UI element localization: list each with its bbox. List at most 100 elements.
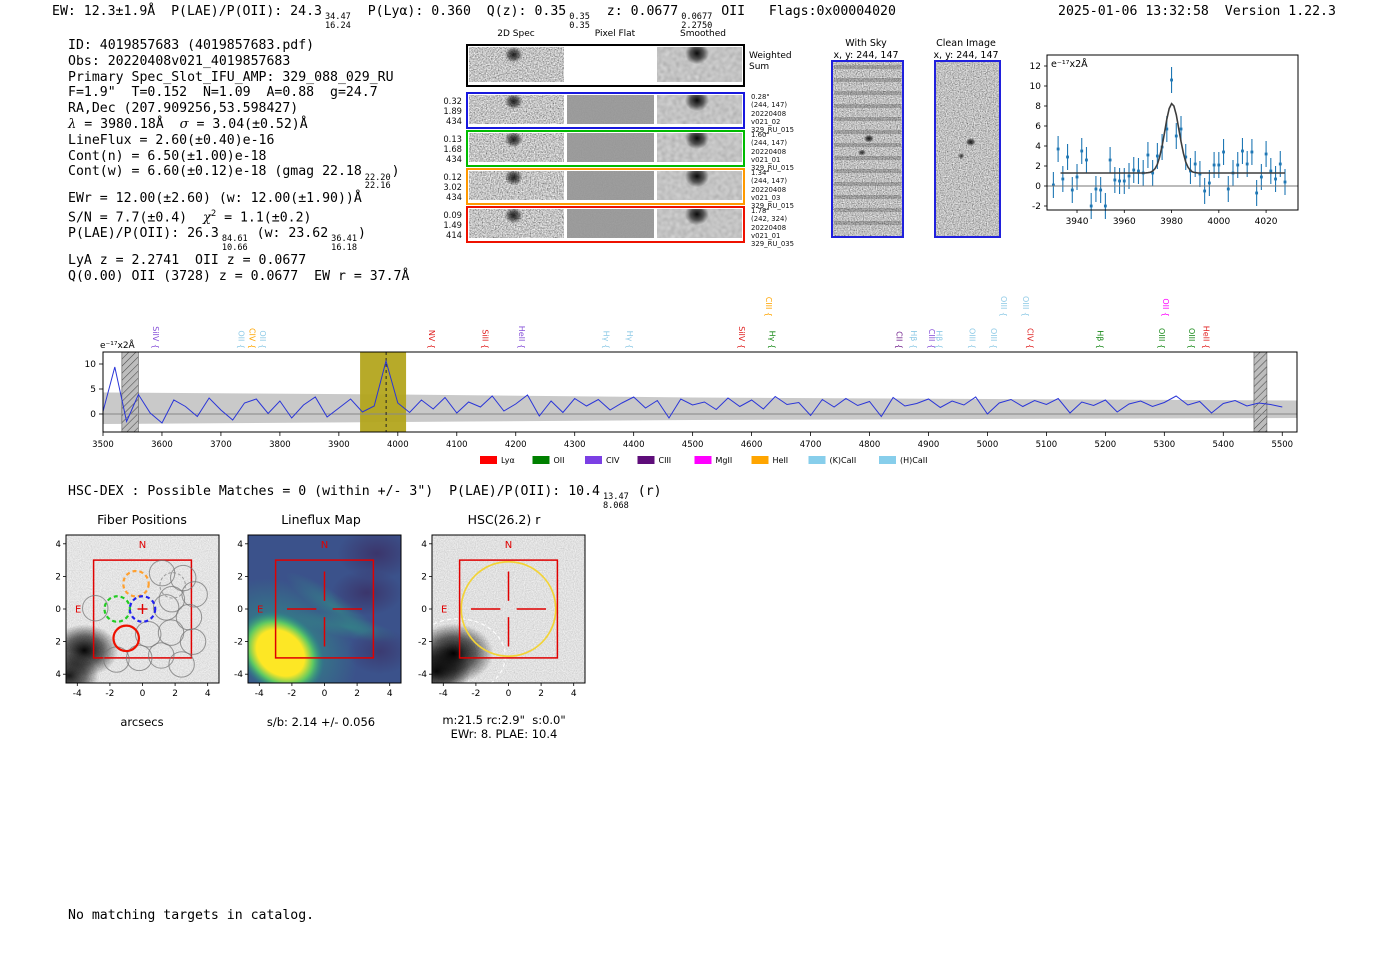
line-label-Hγ: Hγ { [768,331,777,349]
col-header-smoothed: Smoothed [680,29,726,39]
svg-text:5: 5 [90,385,96,395]
cutout-row-0 [466,44,745,87]
2d-spec-strip [469,133,564,162]
col-header-2d-spec: 2D Spec [497,29,535,39]
smoothed-strip [657,47,742,82]
info-line-5-text: RA,Dec (207.909256,53.598427) [68,101,299,117]
svg-text:0: 0 [140,689,146,699]
hsc-cutout-xlabel2: EWr: 8. PLAE: 10.4 [450,727,558,741]
line-label-HeII: HeII { [1202,326,1211,349]
legend-swatch-CIII [637,456,655,464]
zoom-chart-svg: -2 0 2 4 6 8 10 12 3940 3960 3980 4000 4020 e⁻¹⁷x2Å [1030,54,1299,227]
svg-text:4: 4 [205,689,211,699]
info-line-11: S/N = 7.7(±0.4) χ2 = 1.1(±0.2) [68,207,409,226]
cutout-row-annotation: 1.34" (244, 147) 20220408 v021_03 329_RU_015 [751,169,795,211]
svg-text:N: N [321,540,328,551]
svg-text:3700: 3700 [210,440,232,450]
lineflux-map-title: Lineflux Map [281,512,361,527]
info-line-9-text: ) [391,164,400,180]
svg-text:10: 10 [85,360,97,370]
svg-text:4900: 4900 [918,440,940,450]
pixel-flat-strip [567,95,654,124]
pixel-flat-strip [567,133,654,162]
svg-text:0: 0 [322,689,328,699]
legend-swatch-OII [532,456,550,464]
cutout-row-3 [466,168,745,205]
svg-text:6: 6 [1035,122,1041,132]
info-line-6-text: = 3.04(±0.52)Å [188,116,308,132]
svg-text:2: 2 [538,689,544,699]
hsc-cutout-title: HSC(26.2) r [467,512,541,527]
svg-text:2: 2 [237,572,243,582]
cutout-row-annotation: 1.60" (244, 147) 20220408 v021_01 329_RU_015 [751,131,795,173]
hsc-cutout-xlabel1: m:21.5 rc:2.9" s:0.0" [442,713,566,727]
svg-text:4: 4 [387,689,393,699]
elixer-detection-report: EW: 12.3±1.9Å P(LAE)/P(OII): 24.3 34.47 16… [0,0,1400,953]
cutout-row-2 [466,130,745,167]
header-text: EW: 12.3±1.9Å P(LAE)/P(OII): 24.3 [52,4,322,19]
line-label-OIII: OIII { [999,296,1008,317]
legend-swatch-CIV [585,456,602,464]
svg-text:e⁻¹⁷x2Å: e⁻¹⁷x2Å [1051,58,1088,70]
svg-text:Lyα: Lyα [501,456,515,465]
header-summary-line: EW: 12.3±1.9Å P(LAE)/P(OII): 24.3 34.47 16… [52,4,896,31]
header-text: z: 0.0677 [590,4,679,19]
info-line-5: RA,Dec (207.909256,53.598427) [68,101,409,117]
svg-text:3500: 3500 [92,440,114,450]
svg-text:5000: 5000 [977,440,999,450]
line-label-CIII: CIII { [927,329,936,349]
svg-text:3800: 3800 [269,440,291,450]
info-line-11-symbol: χ [202,210,211,226]
smoothed-strip [657,95,742,124]
svg-text:10: 10 [1030,82,1042,92]
cutout-row-annotation: 1.78" (242, 324) 20220408 v021_01 329_RU_035 [751,207,795,249]
svg-text:-2: -2 [418,638,427,648]
2d-spec-strip [469,209,564,238]
info-line-1-text: ID: 4019857683 (4019857683.pdf) [68,38,315,53]
pixel-flat-strip [567,47,654,82]
info-line-10: EWr = 12.00(±2.60) (w: 12.00(±1.90))Å [68,191,409,207]
svg-text:-4: -4 [255,689,264,699]
header-text: OII Flags:0x00004020 [713,4,896,19]
cutout-row-weights: 0.32 1.89 434 [443,96,462,126]
line-label-HeII: HeII { [517,326,526,349]
info-line-8-text: Cont(n) = 6.50(±1.00)e-18 [68,148,267,164]
svg-text:3940: 3940 [1066,217,1089,227]
info-line-2-text: Obs: 20220408v021_4019857683 [68,53,291,69]
line-label-OII: OII { [258,330,267,349]
hsc-cutout-panel: HSC(26.2) r N E -4 -4 -2 -2 0 0 2 2 4 4 m:21.5 rc:2… [408,512,600,741]
svg-text:HeII: HeII [773,456,789,465]
report-date: 2025-01-06 13:32:58 [1058,4,1209,19]
info-line-11-text: = 1.1(±0.2) [216,210,312,226]
svg-text:N: N [505,540,512,551]
svg-text:4000: 4000 [387,440,409,450]
info-line-7: LineFlux = 2.60(±0.40)e-16 [68,133,409,149]
hsc-line-text: HSC-DEX : Possible Matches = 0 (within +… [68,484,600,499]
smoothed-strip [657,209,742,238]
svg-text:CIII: CIII [659,456,672,465]
svg-text:4300: 4300 [564,440,586,450]
col-header-pixel-flat: Pixel Flat [594,29,636,39]
info-line-9-text: Cont(w) = 6.60(±0.12)e-18 (gmag 22.18 [68,164,362,180]
svg-text:-2: -2 [56,638,61,648]
svg-text:4500: 4500 [682,440,704,450]
svg-text:(K)CaII: (K)CaII [830,456,857,465]
svg-text:4020: 4020 [1255,217,1278,227]
detection-info-block: ID: 4019857683 (4019857683.pdf) Obs: 2022… [68,38,409,285]
2d-spec-strip [469,171,564,200]
svg-text:0: 0 [237,605,243,615]
svg-text:3960: 3960 [1113,217,1136,227]
hsc-line-fraction: 13.47 8.068 [602,492,629,512]
cutout-row-weights: 0.09 1.49 414 [443,210,462,240]
svg-text:4: 4 [571,689,577,699]
info-line-12-text: ) [358,226,366,242]
info-line-4: F=1.9" T=0.152 N=1.09 A=0.88 g=24.7 [68,85,409,101]
cutout-row-1 [466,92,745,129]
info-line-12: P(LAE)/P(OII): 26.3 84.61 10.66 (w: 23.62 3… [68,226,409,253]
svg-text:-4: -4 [439,689,448,699]
line-label-OIII: OIII { [1157,328,1166,349]
header-text: P(Lyα): 0.360 Q(z): 0.35 [351,4,567,19]
svg-text:5300: 5300 [1154,440,1176,450]
clean-image-title: Clean Image x, y: 244, 147 [933,38,999,61]
info-line-6-symbol: σ [179,116,189,132]
